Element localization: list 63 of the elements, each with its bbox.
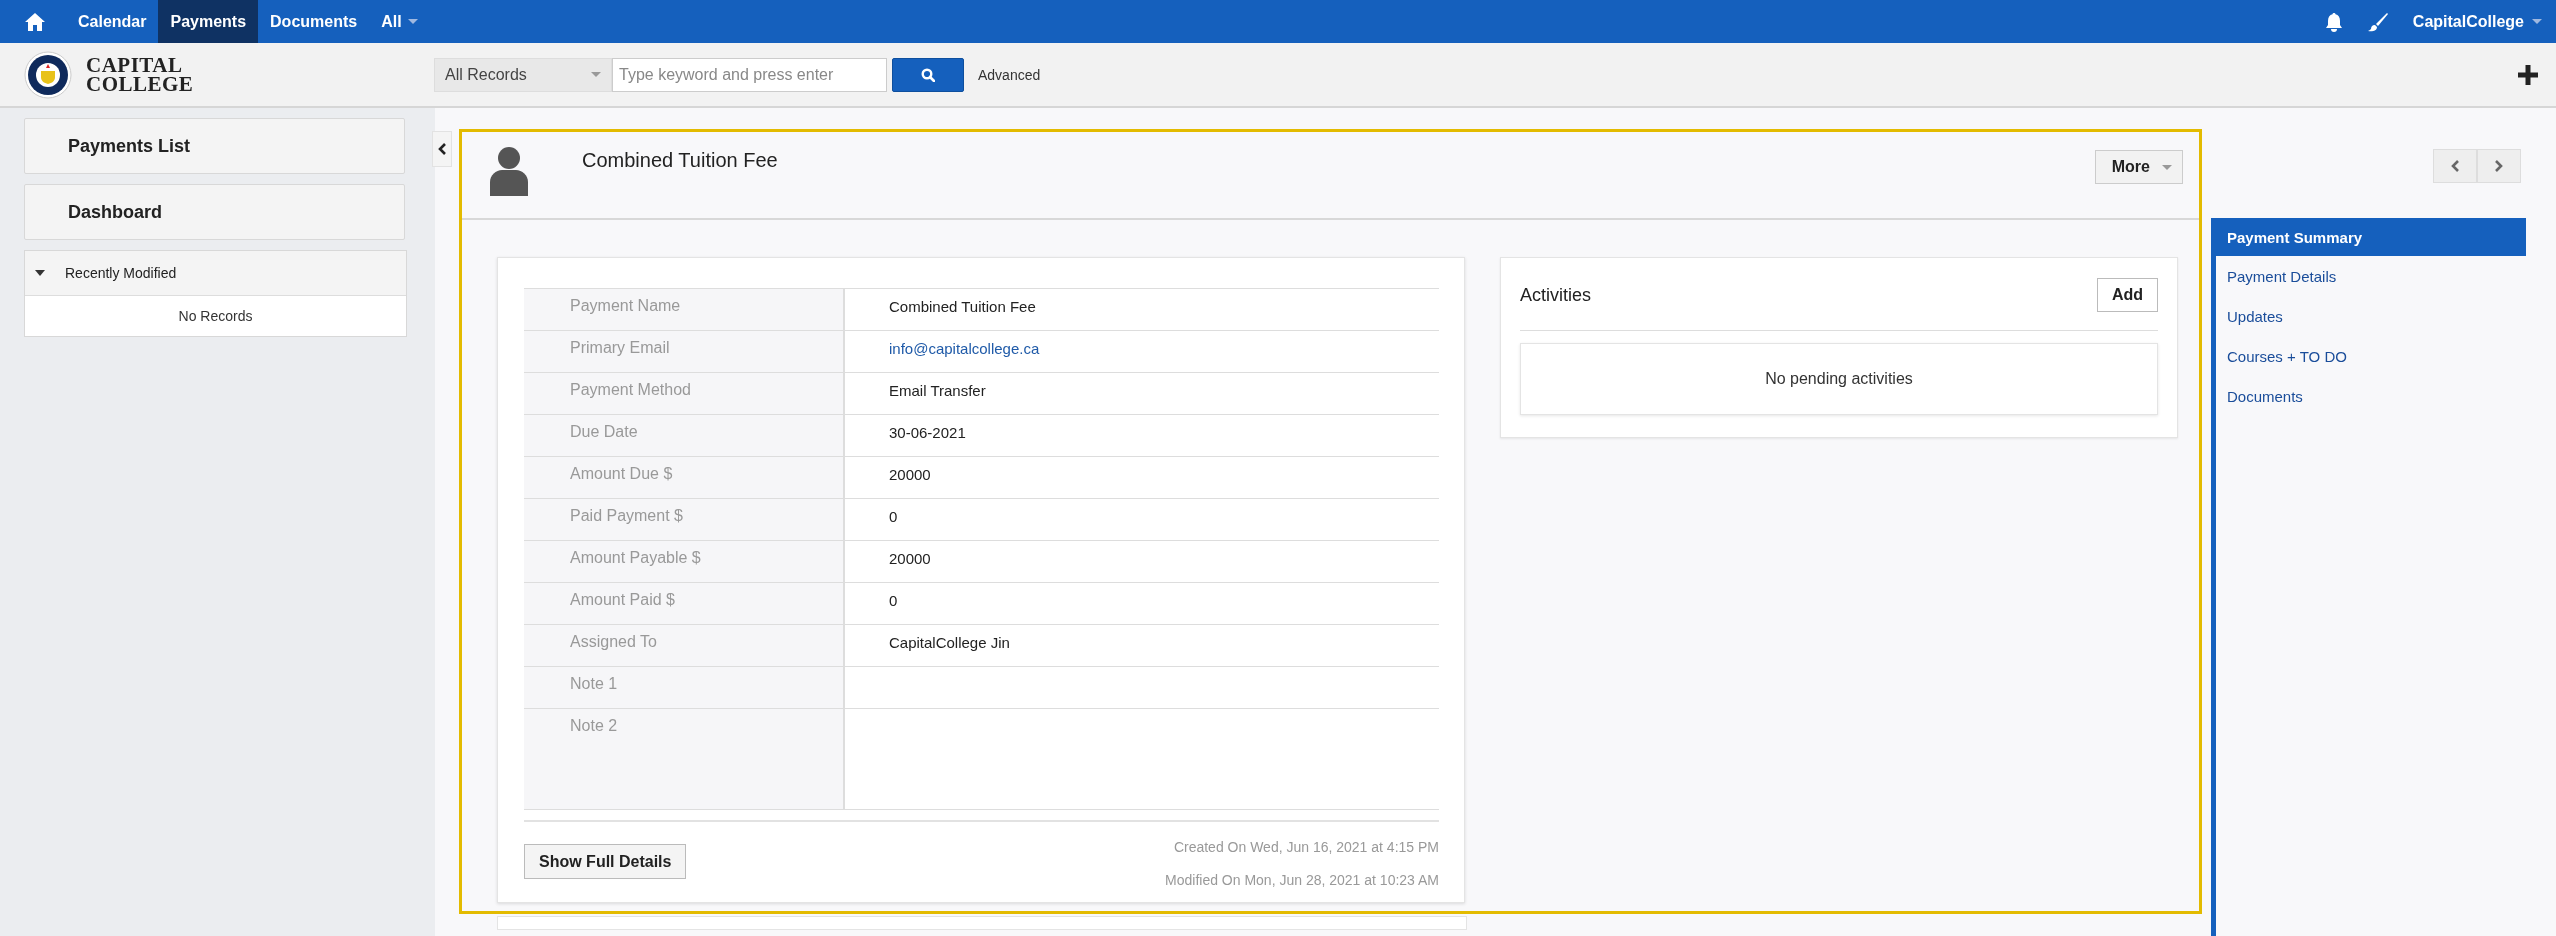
more-button[interactable]: More (2094, 150, 2183, 184)
field-label: Payment Method (524, 373, 845, 414)
field-value: 20000 (889, 550, 931, 567)
logo-text: CAPITAL COLLEGE (86, 55, 195, 94)
nav-tab[interactable]: All (369, 0, 430, 43)
advanced-link[interactable]: Advanced (978, 66, 1041, 83)
chevron-right-icon (2495, 160, 2503, 172)
modified-date: Modified On Mon, Jun 28, 2021 at 10:23 AM (1165, 872, 1439, 888)
search-button[interactable] (892, 57, 964, 92)
field-label: Primary Email (524, 331, 845, 372)
caret-icon (591, 72, 601, 77)
person-icon (490, 146, 528, 196)
section-link[interactable]: Courses + TO DO (2216, 336, 2526, 376)
field-value: Combined Tuition Fee (889, 298, 1036, 315)
section-link[interactable]: Documents (2216, 376, 2526, 416)
field-value: 30-06-2021 (889, 424, 966, 441)
field-label: Payment Name (524, 289, 845, 330)
field-label: Due Date (524, 415, 845, 456)
field-value: Email Transfer (889, 382, 986, 399)
activities-title: Activities (1520, 284, 1591, 306)
field-value: 20000 (889, 466, 931, 483)
chevron-left-icon (438, 143, 446, 155)
record-title: Combined Tuition Fee (582, 149, 779, 172)
caret-icon (2532, 19, 2542, 24)
created-date: Created On Wed, Jun 16, 2021 at 4:15 PM (1172, 839, 1439, 855)
add-button[interactable]: Add (2096, 278, 2158, 312)
nav-tab[interactable]: Payments (158, 0, 259, 43)
field-value: CapitalCollege Jin (889, 634, 1010, 651)
nav-tab[interactable]: Calendar (66, 0, 159, 43)
field-value: 0 (889, 592, 898, 609)
sidebar-item[interactable]: Payments List (24, 118, 405, 174)
empty-message: No Records (177, 307, 254, 326)
field-value: 0 (889, 508, 898, 525)
chevron-left-icon (2451, 160, 2459, 172)
collapse-button[interactable] (432, 131, 452, 167)
sidebar-item[interactable]: Dashboard (24, 184, 405, 240)
home-icon[interactable] (24, 11, 46, 32)
bell-icon[interactable] (2324, 11, 2343, 32)
brush-icon[interactable] (2366, 11, 2389, 32)
email-link[interactable]: info@capitalcollege.ca (889, 340, 1040, 357)
section-link[interactable]: Payment Details (2216, 256, 2526, 296)
nav-tab[interactable]: Documents (258, 0, 370, 43)
field-label: Assigned To (524, 625, 845, 666)
recent-header[interactable]: Recently Modified (25, 251, 406, 296)
recent-title: Recently Modified (65, 265, 177, 281)
seal-icon (24, 50, 72, 99)
field-label: Amount Payable $ (524, 541, 845, 582)
section-link[interactable]: Updates (2216, 296, 2526, 336)
field-label: Note 2 (524, 709, 845, 809)
plus-icon[interactable] (2518, 64, 2538, 85)
field-label: Amount Due $ (524, 457, 845, 498)
user-menu[interactable]: CapitalCollege (2412, 12, 2542, 31)
caret-icon (407, 19, 418, 24)
show-details-button[interactable]: Show Full Details (524, 844, 687, 879)
caret-icon (2162, 164, 2172, 170)
search-field[interactable]: Type keyword and press enter (612, 57, 887, 92)
scope-dropdown[interactable]: All Records (434, 57, 612, 92)
empty-message: No pending activities (1520, 343, 2158, 415)
search-icon (921, 67, 935, 82)
field-label: Note 1 (524, 667, 845, 708)
field-label: Paid Payment $ (524, 499, 845, 540)
section-link[interactable]: Payment Summary (2216, 218, 2526, 256)
field-label: Amount Paid $ (524, 583, 845, 624)
